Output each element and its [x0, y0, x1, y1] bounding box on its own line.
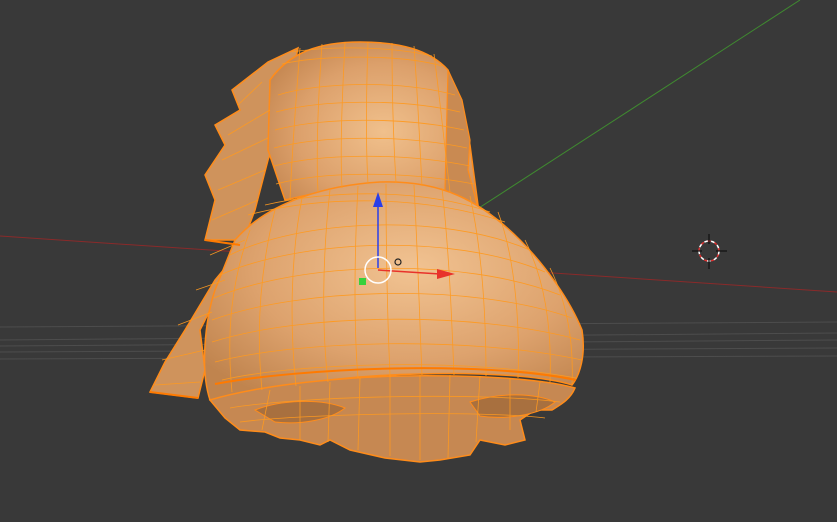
mesh-nostril-underside [208, 375, 577, 463]
nose-mesh[interactable] [148, 41, 584, 463]
gizmo-y-handle[interactable] [359, 278, 366, 285]
3d-viewport[interactable] [0, 0, 837, 522]
mesh-right-flap [444, 69, 479, 210]
3d-cursor-icon[interactable] [692, 234, 727, 269]
viewport-canvas[interactable] [0, 0, 837, 522]
y-axis-line [447, 0, 801, 229]
